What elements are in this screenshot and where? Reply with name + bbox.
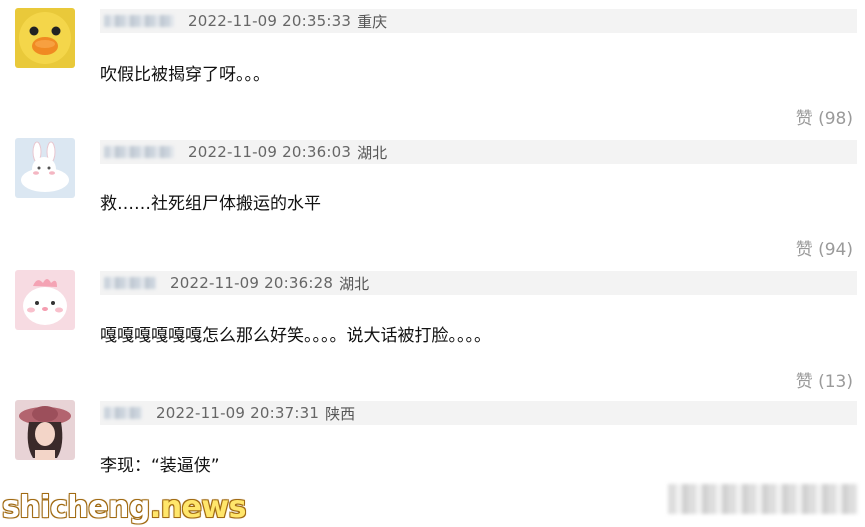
comment-location: 重庆 [357, 12, 388, 31]
comment-timestamp: 2022-11-09 20:36:03 [188, 143, 352, 161]
username-blurred[interactable] [104, 146, 174, 158]
username-blurred[interactable] [104, 277, 156, 289]
comment-meta: 2022-11-09 20:36:03 湖北 [100, 140, 857, 164]
chick-avatar-icon [15, 270, 75, 330]
comment-location: 湖北 [357, 143, 388, 162]
comment-text: 嘎嘎嘎嘎嘎嘎怎么那么好笑。。。。说大话被打脸。。。。 [100, 326, 491, 346]
avatar[interactable] [15, 270, 75, 330]
like-button[interactable]: 赞 (98) [796, 104, 853, 129]
comment-timestamp: 2022-11-09 20:36:28 [170, 274, 334, 292]
comment-location: 湖北 [339, 274, 370, 293]
comment-meta: 2022-11-09 20:36:28 湖北 [100, 271, 857, 295]
bunny-avatar-icon [15, 138, 75, 198]
comment-location: 陕西 [325, 404, 356, 423]
like-button[interactable]: 赞 (13) [796, 367, 853, 392]
duck-avatar-icon [15, 8, 75, 68]
comment-meta: 2022-11-09 20:37:31 陕西 [100, 401, 857, 425]
comment-text: 吹假比被揭穿了呀。。。 [100, 65, 270, 85]
blurred-mosaic [668, 484, 858, 514]
comment-meta: 2022-11-09 20:35:33 重庆 [100, 9, 857, 33]
comment-timestamp: 2022-11-09 20:35:33 [188, 12, 352, 30]
like-button[interactable]: 赞 (94) [796, 235, 853, 260]
watermark-suffix: .news [149, 490, 247, 525]
username-blurred[interactable] [104, 15, 174, 27]
avatar[interactable] [15, 400, 75, 460]
username-blurred[interactable] [104, 407, 142, 419]
comment-timestamp: 2022-11-09 20:37:31 [156, 404, 320, 422]
site-watermark: shicheng.news [2, 490, 247, 525]
avatar[interactable] [15, 138, 75, 198]
girl-avatar-icon [15, 400, 75, 460]
comment-text: 李现：“装逼侠” [100, 456, 220, 476]
comment-text: 救……社死组尸体搬运的水平 [100, 194, 321, 214]
avatar[interactable] [15, 8, 75, 68]
watermark-prefix: shicheng [2, 490, 150, 525]
